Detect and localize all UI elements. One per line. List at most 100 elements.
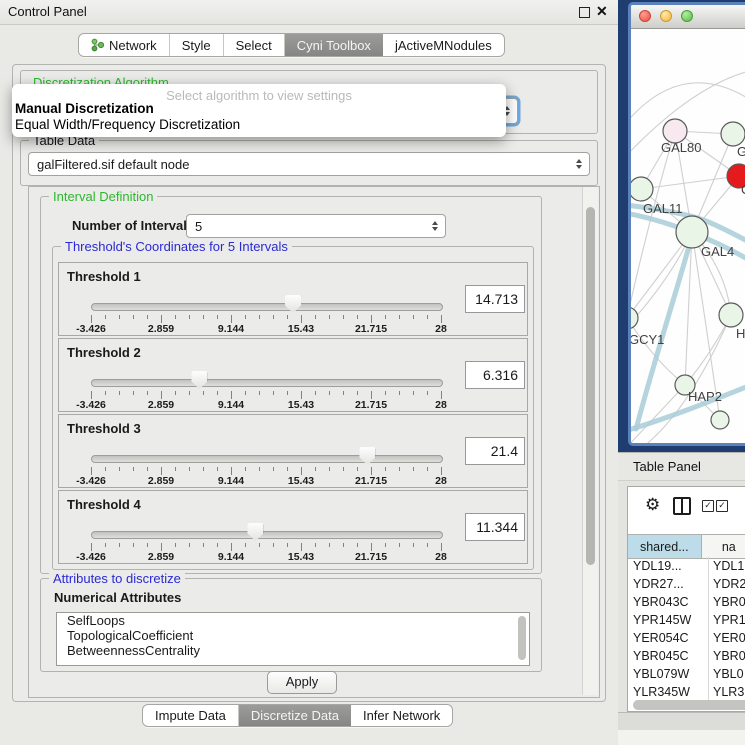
threshold-label: Threshold 1 — [67, 269, 141, 284]
zoom-traffic-light[interactable] — [681, 10, 693, 22]
panel-scrollbar-thumb[interactable] — [586, 207, 595, 565]
tick-mark — [343, 315, 344, 319]
tick-mark — [147, 391, 148, 395]
table-row[interactable]: YLR345WYLR3 — [628, 683, 745, 701]
columns-icon[interactable] — [673, 497, 691, 515]
tick-mark — [343, 543, 344, 547]
tab-infer-network[interactable]: Infer Network — [351, 705, 452, 726]
close-traffic-light[interactable] — [639, 10, 651, 22]
network-canvas[interactable]: GAL80GCGAL11GAL4GCY1HHAP2 — [631, 29, 745, 443]
column-header-shared-[interactable]: shared... — [628, 535, 702, 558]
network-node-gal11[interactable] — [631, 177, 653, 201]
threshold-box-1: Threshold 1-3.4262.8599.14415.4321.71528… — [58, 262, 528, 336]
table-row[interactable]: YBR043CYBR0 — [628, 593, 745, 611]
tick-mark — [413, 543, 414, 547]
attributes-scrollbar-thumb[interactable] — [518, 616, 526, 660]
float-icon[interactable] — [579, 7, 590, 18]
network-window-titlebar[interactable] — [631, 5, 745, 29]
interval-definition-title: Interval Definition — [49, 189, 157, 204]
table-row[interactable]: YBR045CYBR0 — [628, 647, 745, 665]
close-icon[interactable]: ✕ — [596, 3, 608, 20]
threshold-value-field[interactable]: 11.344 — [465, 513, 525, 541]
threshold-slider-track[interactable] — [91, 455, 443, 463]
network-window[interactable]: GAL80GCGAL11GAL4GCY1HHAP2 — [628, 2, 745, 446]
network-node[interactable] — [711, 411, 729, 429]
tick-mark — [343, 467, 344, 471]
table-row[interactable]: YDL19...YDL1 — [628, 557, 745, 575]
attribute-item-betweennesscentrality[interactable]: BetweennessCentrality — [57, 643, 529, 658]
tick-mark — [301, 315, 302, 323]
tick-label: 15.43 — [288, 551, 314, 563]
tick-mark — [371, 315, 372, 323]
tick-mark — [385, 391, 386, 395]
tab-network[interactable]: Network — [79, 34, 170, 56]
tick-mark — [287, 467, 288, 471]
threshold-value-field[interactable]: 6.316 — [465, 361, 525, 389]
network-node-gcy1[interactable] — [631, 307, 638, 329]
table-row[interactable]: YPR145WYPR1 — [628, 611, 745, 629]
tick-label: 9.144 — [218, 399, 244, 411]
table-row[interactable]: YBL079WYBL0 — [628, 665, 745, 683]
threshold-label: Threshold 4 — [67, 497, 141, 512]
tick-mark — [413, 315, 414, 319]
number-of-intervals-combobox[interactable]: 5 — [186, 214, 446, 238]
threshold-value-field[interactable]: 14.713 — [465, 285, 525, 313]
threshold-slider-track[interactable] — [91, 531, 443, 539]
tick-mark — [441, 467, 442, 475]
table-row[interactable]: YER054CYER0 — [628, 629, 745, 647]
tick-mark — [147, 467, 148, 471]
node-label: HAP2 — [688, 389, 722, 404]
algorithm-option-equal-width-frequency-discretization[interactable]: Equal Width/Frequency Discretization — [15, 117, 240, 132]
numerical-attributes-list[interactable]: SelfLoopsTopologicalCoefficientBetweenne… — [56, 612, 530, 666]
number-of-intervals-value: 5 — [195, 219, 202, 234]
panel-scrollbar[interactable] — [582, 187, 598, 695]
minimize-traffic-light[interactable] — [660, 10, 672, 22]
tick-mark — [329, 467, 330, 471]
node-label: G — [737, 144, 745, 159]
attributes-group-title: Attributes to discretize — [49, 571, 185, 586]
tick-mark — [441, 391, 442, 399]
table-horizontal-scrollbar-thumb[interactable] — [633, 700, 745, 710]
tick-label: 21.715 — [355, 475, 387, 487]
tab-style[interactable]: Style — [170, 34, 224, 56]
tab-impute-data[interactable]: Impute Data — [143, 705, 239, 726]
table-data-combobox[interactable]: galFiltered.sif default node — [28, 152, 590, 176]
tick-mark — [385, 543, 386, 547]
algorithm-option-manual-discretization[interactable]: Manual Discretization — [15, 101, 154, 116]
node-table: ⚙ ✓ ✓ shared...na YDL19...YDL1YDR27...YD… — [627, 486, 745, 712]
tick-mark — [147, 543, 148, 547]
tick-mark — [245, 315, 246, 319]
column-header-na[interactable]: na — [702, 535, 745, 558]
tick-mark — [189, 315, 190, 319]
network-node-h[interactable] — [719, 303, 743, 327]
tick-label: 28 — [435, 323, 447, 335]
tick-mark — [259, 543, 260, 547]
tick-mark — [399, 543, 400, 547]
checkbox-icon[interactable]: ✓ — [716, 500, 728, 512]
settings-gear-icon[interactable]: ⚙ — [645, 495, 660, 515]
threshold-slider-track[interactable] — [91, 379, 443, 387]
table-rows: YDL19...YDL1YDR27...YDR2YBR043CYBR0YPR14… — [628, 557, 745, 701]
cell-name: YPR1 — [709, 611, 745, 629]
threshold-value-field[interactable]: 21.4 — [465, 437, 525, 465]
tick-mark — [287, 315, 288, 319]
checkbox-icon[interactable]: ✓ — [702, 500, 714, 512]
table-row[interactable]: YDR27...YDR2 — [628, 575, 745, 593]
tick-mark — [133, 391, 134, 395]
tab-discretize-data[interactable]: Discretize Data — [239, 705, 351, 726]
attribute-item-selfloops[interactable]: SelfLoops — [57, 613, 529, 628]
network-edge — [631, 232, 692, 329]
attribute-item-topologicalcoefficient[interactable]: TopologicalCoefficient — [57, 628, 529, 643]
threshold-box-4: Threshold 4-3.4262.8599.14415.4321.71528… — [58, 490, 528, 564]
network-node-g[interactable] — [721, 122, 745, 146]
network-graph: GAL80GCGAL11GAL4GCY1HHAP2 — [631, 29, 745, 443]
threshold-slider-track[interactable] — [91, 303, 443, 311]
tab-jactivemnodules[interactable]: jActiveMNodules — [383, 34, 504, 56]
tick-mark — [301, 467, 302, 475]
tab-cyni-toolbox[interactable]: Cyni Toolbox — [285, 34, 383, 56]
tick-mark — [105, 391, 106, 395]
apply-button[interactable]: Apply — [267, 671, 337, 694]
tab-select[interactable]: Select — [224, 34, 285, 56]
threshold-box-3: Threshold 3-3.4262.8599.14415.4321.71528… — [58, 414, 528, 488]
tick-mark — [175, 391, 176, 395]
